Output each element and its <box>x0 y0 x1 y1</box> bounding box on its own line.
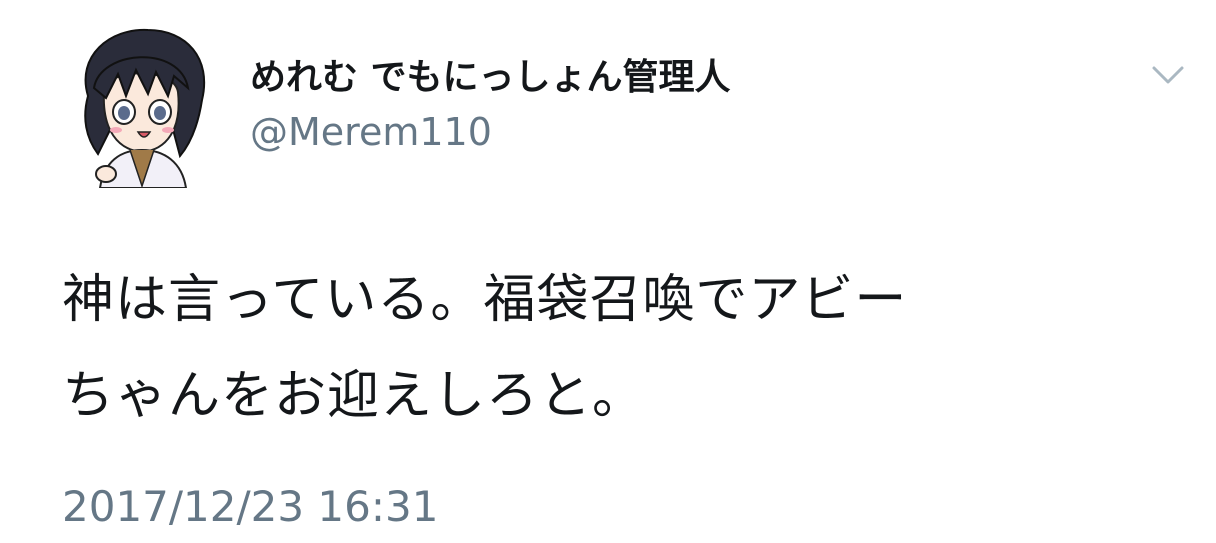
user-avatar[interactable] <box>70 26 212 189</box>
display-name[interactable]: めれむ でもにっしょん管理人 <box>250 48 731 100</box>
tweet-timestamp[interactable]: 2017/12/23 16:31 <box>62 482 438 531</box>
tweet-card: めれむ でもにっしょん管理人 @Merem110 神は言っている。福袋召喚でアビ… <box>0 0 1216 543</box>
tweet-text-line-2: ちゃんをお迎えしろと。 <box>62 366 646 426</box>
user-handle[interactable]: @Merem110 <box>250 110 492 154</box>
tweet-text: 神は言っている。福袋召喚でアビー ちゃんをお迎えしろと。 <box>62 252 1182 444</box>
avatar-illustration <box>84 28 206 189</box>
chevron-down-icon <box>1152 66 1184 84</box>
tweet-text-line-1: 神は言っている。福袋召喚でアビー <box>62 270 908 330</box>
more-options-button[interactable] <box>1148 58 1188 92</box>
